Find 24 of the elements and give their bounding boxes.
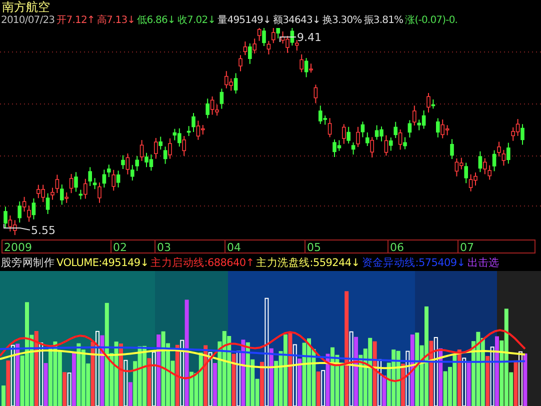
time-axis-label: 2009	[4, 241, 32, 254]
indicator-value: 股旁网制作	[1, 256, 55, 271]
stock-name: 南方航空	[2, 0, 50, 14]
indicator-value: 主力启动线:688640↑	[150, 256, 254, 271]
quote-value: 收7.02↓	[177, 14, 216, 28]
indicator-value: 出击选	[467, 256, 500, 271]
time-axis-label: 04	[227, 241, 241, 254]
quote-value: 额34643↓	[273, 14, 320, 28]
time-axis-label: 06	[390, 241, 404, 254]
indicator-value: VOLUME:495149↓	[56, 256, 149, 271]
quote-value: 换3.30%	[322, 14, 362, 28]
time-axis-label: 07	[460, 241, 474, 254]
quote-value: 低6.86↓	[137, 14, 176, 28]
quote-value: 量495149↓	[218, 14, 271, 28]
time-axis-label: 03	[157, 241, 171, 254]
time-axis-label: 05	[307, 241, 321, 254]
quote-value: 高7.13↓	[96, 14, 136, 28]
quote-value: 开7.12↑	[56, 14, 95, 28]
quote-value: 涨(-0.07)-0.	[405, 14, 458, 28]
time-axis-label: 02	[113, 241, 127, 254]
indicator-value: 资金异动线:575409↓	[362, 256, 466, 271]
quote-value: 振3.81%	[364, 14, 404, 28]
indicator-value: 主力洗盘线:559244↓	[256, 256, 360, 271]
quote-value: 2010/07/23	[1, 14, 55, 28]
